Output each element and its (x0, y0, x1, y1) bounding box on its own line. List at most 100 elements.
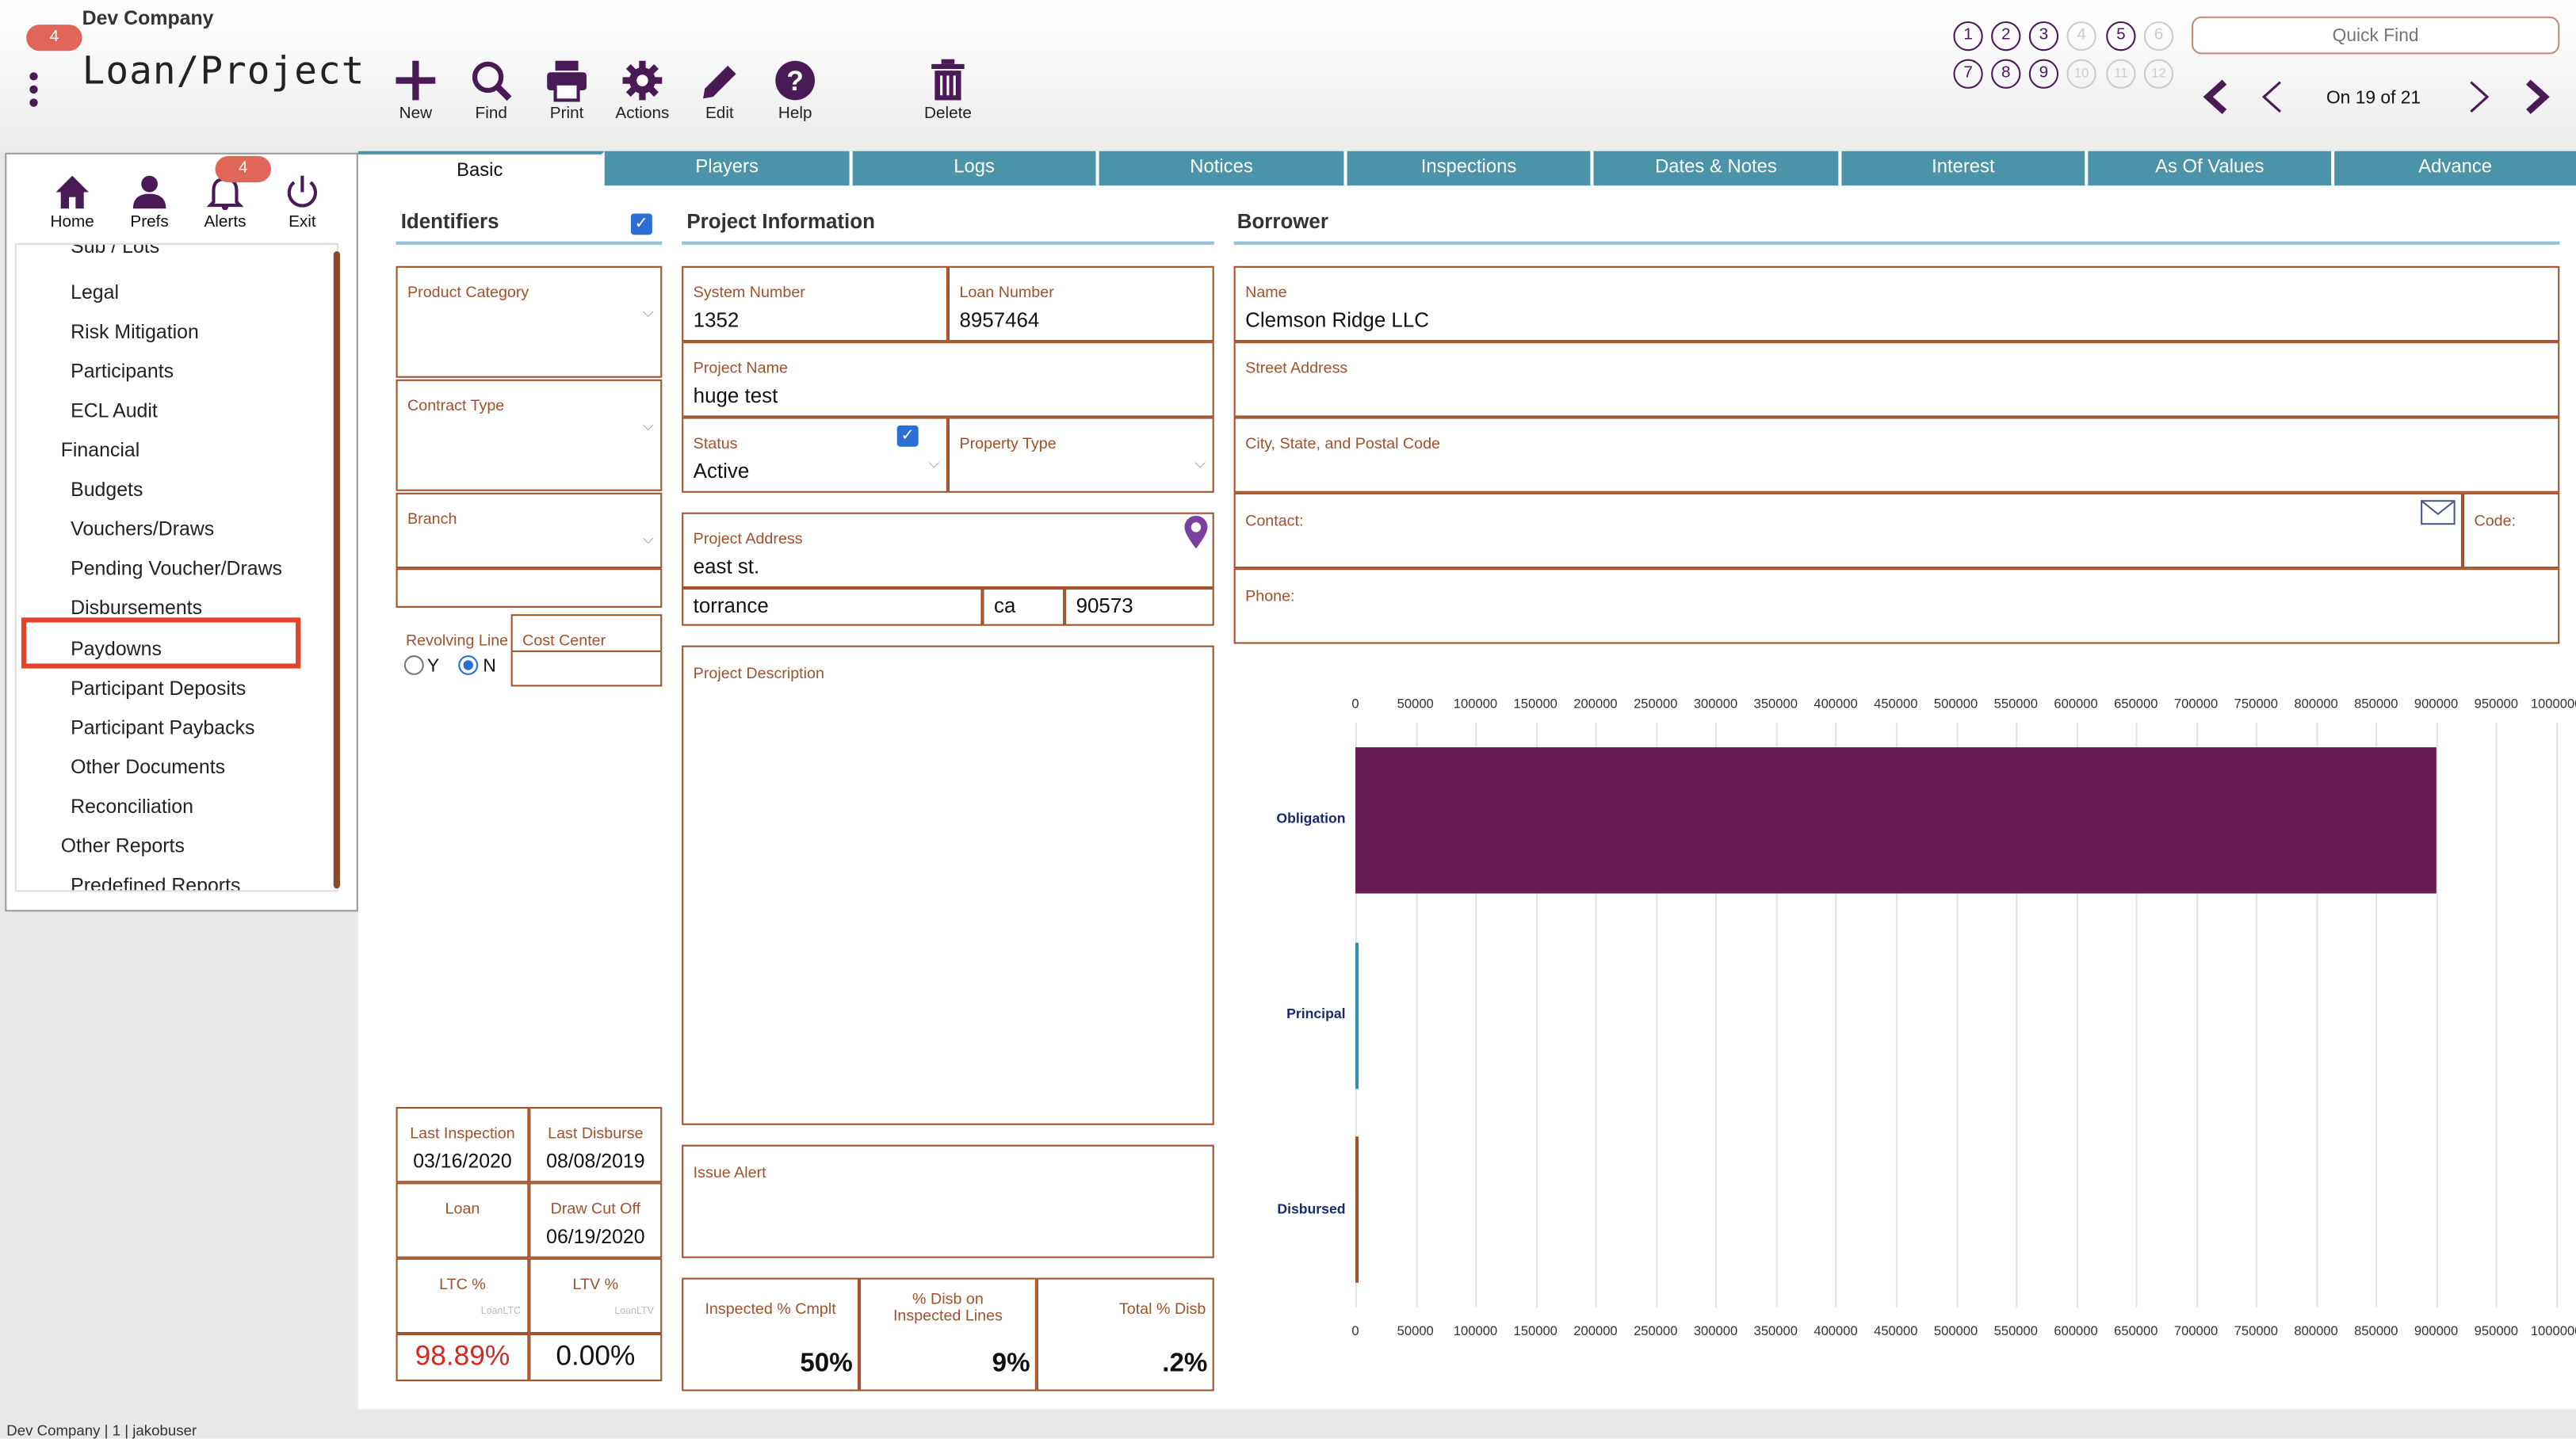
nav-item-budgets[interactable]: Budgets (71, 478, 143, 501)
nav-item-disbursements[interactable]: Disbursements (71, 596, 202, 619)
bar-principal[interactable] (1355, 941, 1359, 1089)
city-field[interactable]: torrance (682, 588, 983, 626)
find-button[interactable]: Find (455, 59, 527, 123)
tab-dates-notes[interactable]: Dates & Notes (1593, 151, 1842, 186)
project-divider (682, 241, 1214, 245)
trash-icon (931, 59, 965, 101)
identifiers-checkbox[interactable]: ✓ (630, 213, 652, 235)
project-address-field[interactable]: Project Address east st. (682, 512, 1214, 589)
quick-slot-10[interactable]: 10 (2066, 59, 2096, 89)
nav-item-legal[interactable]: Legal (71, 281, 119, 303)
category-label: Principal (1286, 1005, 1346, 1022)
quick-slot-5[interactable]: 5 (2106, 21, 2136, 52)
tab-players[interactable]: Players (604, 151, 853, 186)
page-title: Loan/Project (82, 51, 365, 94)
pencil-icon (703, 65, 736, 99)
nav-scrollbar[interactable] (333, 251, 341, 889)
quick-slot-8[interactable]: 8 (1991, 59, 2021, 89)
phone-field[interactable]: Phone: (1233, 568, 2560, 644)
branch-select[interactable]: Branch ⌵ (396, 492, 663, 569)
paydowns-highlight (21, 617, 301, 669)
tab-interest[interactable]: Interest (1841, 151, 2089, 186)
tab-as-of-values[interactable]: As Of Values (2088, 151, 2335, 186)
status-select[interactable]: Status Active ✓ ⌵ (682, 417, 948, 493)
nav-item-participant-paybacks[interactable]: Participant Paybacks (71, 716, 254, 739)
quick-slot-7[interactable]: 7 (1953, 59, 1983, 89)
issue-alert-field[interactable]: Issue Alert (682, 1144, 1214, 1258)
tab-basic[interactable]: Basic (357, 151, 605, 186)
x-tick-label-bottom: 150000 (1513, 1323, 1557, 1339)
alerts-button[interactable]: Alerts (193, 174, 258, 231)
city-state-postal-field[interactable]: City, State, and Postal Code (1233, 417, 2560, 493)
contract-type-select[interactable]: Contract Type ⌵ (396, 379, 663, 491)
help-button[interactable]: ? Help (759, 59, 831, 123)
quick-slot-4[interactable]: 4 (2066, 21, 2096, 52)
nav-item-pending-voucher-draws[interactable]: Pending Voucher/Draws (71, 557, 282, 580)
prefs-button[interactable]: Prefs (117, 174, 182, 231)
quick-find-input[interactable] (2191, 16, 2560, 55)
quick-slot-3[interactable]: 3 (2028, 21, 2059, 52)
nav-item-reconciliation[interactable]: Reconciliation (71, 795, 193, 818)
tab-logs[interactable]: Logs (852, 151, 1099, 186)
first-record-icon[interactable] (2201, 78, 2230, 115)
branch-extra-field[interactable] (396, 568, 663, 608)
draw-cut-off-field[interactable]: Draw Cut Off 06/19/2020 (529, 1182, 663, 1258)
quick-slot-12[interactable]: 12 (2143, 59, 2174, 89)
nav-item-predefined-reports[interactable]: Predefined Reports (71, 874, 240, 891)
next-record-icon[interactable] (2464, 78, 2494, 115)
actions-button[interactable]: Actions (606, 59, 678, 123)
exit-button[interactable]: Exit (269, 174, 335, 231)
tab-notices[interactable]: Notices (1099, 151, 1347, 186)
bar-obligation[interactable] (1355, 746, 2436, 894)
quick-slot-1[interactable]: 1 (1953, 21, 1983, 52)
product-category-select[interactable]: Product Category ⌵ (396, 265, 663, 378)
delete-button[interactable]: Delete (912, 59, 984, 123)
nav-item-sub-lots[interactable]: Sub / Lots (71, 245, 159, 258)
tab-advance[interactable]: Advance (2334, 151, 2576, 186)
new-button[interactable]: New (380, 59, 452, 123)
map-pin-icon[interactable] (1183, 514, 1209, 551)
zip-field[interactable]: 90573 (1064, 588, 1214, 626)
quick-slot-6[interactable]: 6 (2143, 21, 2174, 52)
x-tick-label-bottom: 400000 (1814, 1323, 1858, 1339)
loan-number-field[interactable]: Loan Number 8957464 (947, 265, 1214, 342)
edit-button[interactable]: Edit (683, 59, 755, 123)
nav-item-vouchers-draws[interactable]: Vouchers/Draws (71, 517, 214, 540)
nav-item-participants[interactable]: Participants (71, 360, 174, 383)
property-type-select[interactable]: Property Type ⌵ (947, 417, 1214, 493)
previous-record-icon[interactable] (2257, 78, 2287, 115)
quick-slot-9[interactable]: 9 (2028, 59, 2059, 89)
nav-item-participant-deposits[interactable]: Participant Deposits (71, 677, 246, 700)
bar-disbursed[interactable] (1355, 1136, 1359, 1284)
revolving-n-radio[interactable] (458, 655, 479, 675)
notification-badge[interactable]: 4 (26, 25, 82, 52)
quick-slot-11[interactable]: 11 (2106, 59, 2136, 89)
home-button[interactable]: Home (40, 174, 105, 231)
cost-center-field[interactable]: Cost Center (510, 614, 663, 687)
nav-item-financial[interactable]: Financial (61, 438, 140, 461)
category-label: Obligation (1276, 810, 1346, 827)
contact-field[interactable]: Contact: (1233, 492, 2463, 569)
ltv-field: LTV % LoanLTV (529, 1258, 663, 1334)
last-record-icon[interactable] (2522, 78, 2551, 115)
nav-item-other-reports[interactable]: Other Reports (61, 834, 185, 857)
cost-center-divider (512, 650, 661, 652)
project-name-field[interactable]: Project Name huge test (682, 342, 1214, 418)
nav-item-ecl-audit[interactable]: ECL Audit (71, 399, 158, 422)
nav-item-risk-mitigation[interactable]: Risk Mitigation (71, 320, 199, 343)
nav-item-other-documents[interactable]: Other Documents (71, 755, 225, 778)
status-checkbox[interactable]: ✓ (896, 425, 919, 447)
code-field[interactable]: Code: (2462, 492, 2560, 569)
system-number-field[interactable]: System Number 1352 (682, 265, 948, 342)
quick-slot-2[interactable]: 2 (1991, 21, 2021, 52)
street-address-field[interactable]: Street Address (1233, 342, 2560, 418)
tab-inspections[interactable]: Inspections (1347, 151, 1594, 186)
print-button[interactable]: Print (530, 59, 602, 123)
revolving-y-radio[interactable] (403, 655, 424, 675)
kebab-menu-icon[interactable] (28, 72, 41, 112)
envelope-icon[interactable] (2420, 499, 2456, 525)
borrower-name-field[interactable]: Name Clemson Ridge LLC (1233, 265, 2560, 342)
state-field[interactable]: ca (982, 588, 1065, 626)
x-tick-label-bottom: 50000 (1397, 1323, 1434, 1339)
project-description-field[interactable]: Project Description (682, 645, 1214, 1125)
